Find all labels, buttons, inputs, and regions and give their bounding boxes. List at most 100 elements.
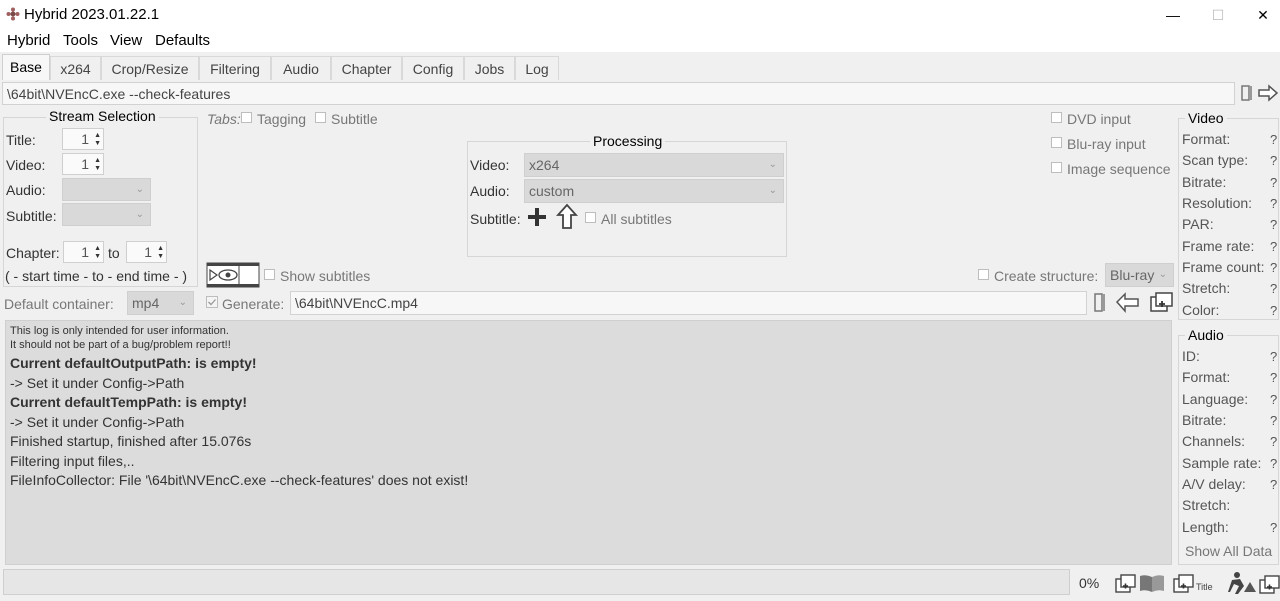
generate-label: Generate: [222,296,285,312]
title-spinner[interactable]: 1 ▲ ▼ [62,128,104,150]
spin-up-icon[interactable]: ▲ [94,132,101,139]
title-bar: Hybrid 2023.01.22.1 — ☐ ✕ [0,0,1280,30]
audio-length-label: Length: [1182,519,1229,535]
spin-down-icon[interactable]: ▼ [157,253,164,260]
audio-stretch-label: Stretch: [1182,497,1231,513]
audio-language-label: Language: [1182,391,1249,407]
structure-value: Blu-ray [1110,267,1155,283]
spin-down-icon[interactable]: ▼ [94,140,101,147]
arrow-up-icon[interactable] [556,203,578,230]
video-framerate-value: ? [1270,239,1278,254]
add-job-icon[interactable] [1114,571,1166,595]
audio-encoder-combo[interactable]: custom ⌄ [524,179,784,203]
spin-up-icon[interactable]: ▲ [94,157,101,164]
menu-tools[interactable]: Tools [63,32,98,49]
preview-film-icon[interactable] [206,262,260,288]
menu-view[interactable]: View [110,32,142,49]
image-sequence-checkbox[interactable] [1051,162,1062,173]
title-label: Title: [6,132,36,148]
log-line: -> Set it under Config->Path [10,414,185,430]
menu-hybrid[interactable]: Hybrid [7,32,50,49]
tab-filtering[interactable]: Filtering [199,56,271,80]
show-all-data-button[interactable]: Show All Data [1185,543,1272,559]
create-structure-checkbox[interactable] [978,269,989,280]
video-resolution-label: Resolution: [1182,195,1253,211]
worker-job-icon[interactable] [1226,570,1280,596]
open-input-icon[interactable] [1240,83,1280,103]
tab-log[interactable]: Log [515,56,559,80]
bluray-input-checkbox[interactable] [1051,137,1062,148]
log-line: This log is only intended for user infor… [10,325,229,337]
output-path-field[interactable]: \64bit\NVEncC.mp4 [290,291,1087,315]
audio-encoder-value: custom [529,183,575,199]
audio-samplerate-value: ? [1270,456,1278,471]
spin-down-icon[interactable]: ▼ [94,165,101,172]
tab-chapter[interactable]: Chapter [331,56,402,80]
add-title-job-icon[interactable] [1172,571,1196,595]
tab-base[interactable]: Base [2,54,50,80]
minimize-button[interactable]: — [1150,0,1196,30]
default-container-label: Default container: [4,296,114,312]
time-hint: ( - start time - to - end time - ) [5,268,188,284]
audio-samplerate-label: Sample rate: [1182,455,1262,471]
video-color-label: Color: [1182,302,1220,318]
log-line: FileInfoCollector: File '\64bit\NVEncC.e… [10,472,469,488]
processing-subtitle-label: Subtitle: [470,211,521,227]
input-path-field[interactable]: \64bit\NVEncC.exe --check-features [2,82,1235,105]
tab-audio[interactable]: Audio [271,56,331,80]
video-framerate-label: Frame rate: [1182,238,1255,254]
subtitle-tab-checkbox[interactable] [315,112,326,123]
tab-config[interactable]: Config [402,56,464,80]
video-encoder-combo[interactable]: x264 ⌄ [524,153,784,177]
audio-avdelay-label: A/V delay: [1182,476,1246,492]
subtitle-tab-label: Subtitle [331,111,378,127]
audio-channels-value: ? [1270,434,1278,449]
video-stream-spinner[interactable]: 1 ▲ ▼ [62,153,104,175]
tab-crop-resize[interactable]: Crop/Resize [101,56,199,80]
audio-label: Audio: [6,182,46,198]
video-framecount-value: ? [1270,260,1278,275]
subtitle-stream-combo[interactable]: ⌄ [62,203,151,226]
chapter-to-spinner[interactable]: 1 ▲ ▼ [126,241,167,263]
window-title: Hybrid 2023.01.22.1 [24,6,160,23]
close-button[interactable]: ✕ [1240,0,1280,30]
tabs-options-label: Tabs: [207,111,241,127]
maximize-button[interactable]: ☐ [1195,0,1241,30]
plus-icon[interactable] [527,206,547,228]
video-par-value: ? [1270,217,1278,232]
video-resolution-value: ? [1270,196,1278,211]
chapter-from-spinner[interactable]: 1 ▲ ▼ [63,241,104,263]
video-scantype-value: ? [1270,153,1278,168]
audio-stream-combo[interactable]: ⌄ [62,178,151,201]
log-line: -> Set it under Config->Path [10,375,185,391]
dvd-input-checkbox[interactable] [1051,112,1062,123]
audio-bitrate-label: Bitrate: [1182,412,1227,428]
video-bitrate-label: Bitrate: [1182,174,1227,190]
processing-title: Processing [590,133,666,149]
tab-jobs[interactable]: Jobs [464,56,515,80]
video-stretch-label: Stretch: [1182,280,1231,296]
tab-x264[interactable]: x264 [50,56,101,80]
video-format-label: Format: [1182,131,1231,147]
tagging-checkbox[interactable] [241,112,252,123]
container-combo[interactable]: mp4 ⌄ [127,291,194,315]
generate-checkbox[interactable] [206,296,218,308]
spin-down-icon[interactable]: ▼ [94,253,101,260]
image-sequence-label: Image sequence [1067,161,1171,177]
chevron-down-icon: ⌄ [178,297,187,308]
audio-language-value: ? [1270,392,1278,407]
video-stream-value: 1 [81,156,89,172]
tagging-label: Tagging [257,111,307,127]
all-subtitles-label: All subtitles [601,211,672,227]
audio-length-value: ? [1270,520,1278,535]
all-subtitles-checkbox[interactable] [585,212,596,223]
structure-combo[interactable]: Blu-ray ⌄ [1105,263,1174,287]
show-subtitles-checkbox[interactable] [264,269,275,280]
spin-up-icon[interactable]: ▲ [94,245,101,252]
create-structure-label: Create structure: [994,268,1099,284]
audio-avdelay-value: ? [1270,477,1278,492]
processing-audio-label: Audio: [470,183,510,199]
spin-up-icon[interactable]: ▲ [157,245,164,252]
menu-defaults[interactable]: Defaults [155,32,210,49]
log-output: This log is only intended for user infor… [5,320,1172,565]
